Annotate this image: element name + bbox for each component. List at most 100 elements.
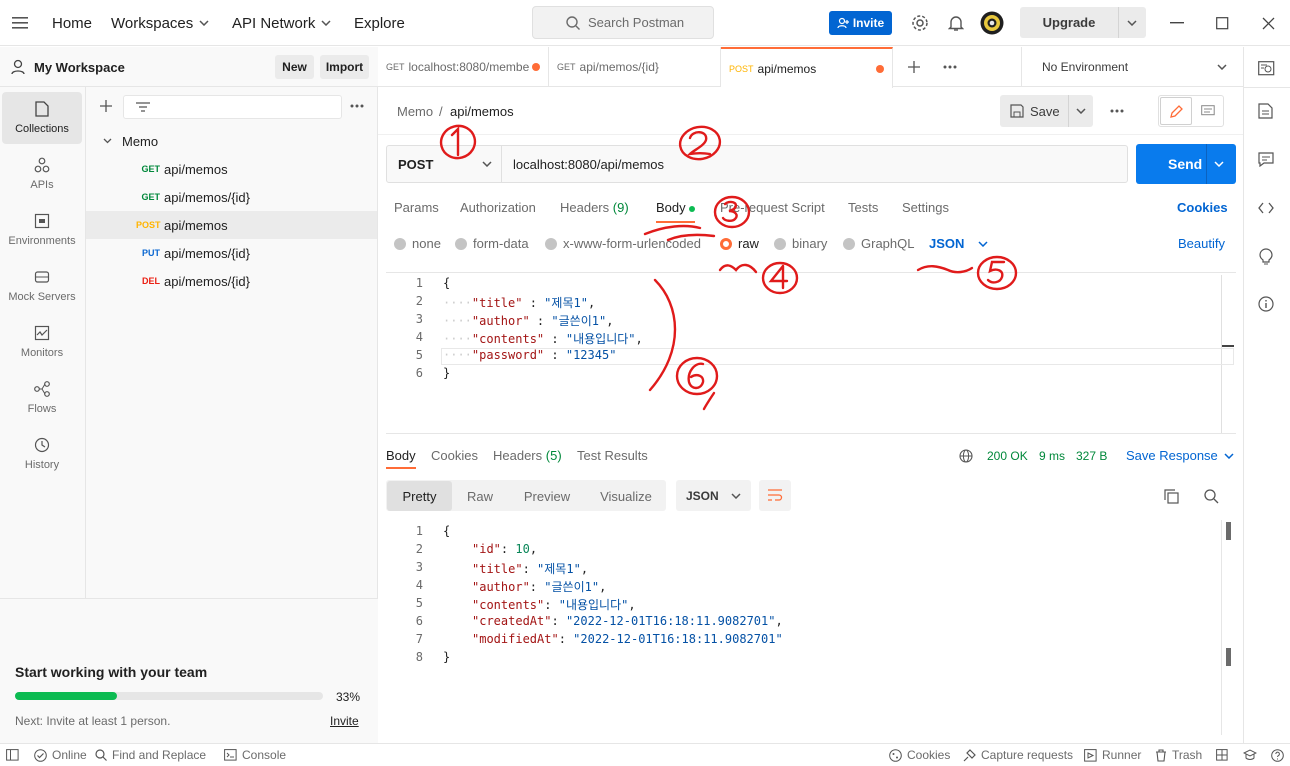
nav-api-network[interactable]: API Network <box>232 0 331 46</box>
nav-workspaces[interactable]: Workspaces <box>111 0 209 46</box>
send-button[interactable]: Send <box>1136 144 1236 184</box>
response-time[interactable]: 9 ms <box>1039 449 1065 463</box>
edit-toggle[interactable] <box>1160 97 1192 125</box>
chevron-down-icon[interactable] <box>1127 19 1137 26</box>
documentation-icon[interactable] <box>1258 103 1273 119</box>
radio-raw[interactable]: raw <box>720 236 759 251</box>
trash-button[interactable]: Trash <box>1155 744 1202 766</box>
comment-icon[interactable] <box>1201 105 1215 118</box>
code-icon[interactable] <box>1258 202 1274 214</box>
radio-binary[interactable]: binary <box>774 236 827 251</box>
avatar[interactable] <box>980 0 1004 46</box>
radio-graphql[interactable]: GraphQL <box>843 236 914 251</box>
cookies-link[interactable]: Cookies <box>1177 200 1228 215</box>
tab-pre-request-script[interactable]: Pre-request Script <box>720 200 825 215</box>
scrollbar-thumb[interactable] <box>1226 522 1231 540</box>
online-status[interactable]: Online <box>34 744 87 766</box>
search-input[interactable]: Search Postman <box>532 6 714 39</box>
scrollbar-thumb[interactable] <box>1226 648 1231 666</box>
help-icon[interactable] <box>1271 744 1284 766</box>
console-button[interactable]: Console <box>224 744 286 766</box>
lightbulb-icon[interactable] <box>1258 248 1274 265</box>
radio-form-data[interactable]: form-data <box>455 236 529 251</box>
settings-gear-icon[interactable] <box>911 0 929 46</box>
more-icon[interactable] <box>350 104 364 108</box>
save-response-button[interactable]: Save Response <box>1126 448 1234 463</box>
invite-button[interactable]: Invite <box>829 11 892 35</box>
workspace-name[interactable]: My Workspace <box>34 60 125 75</box>
request-item-active[interactable]: POST api/memos <box>86 211 377 239</box>
request-item[interactable]: GET api/memos/{id} <box>86 183 377 211</box>
tab-params[interactable]: Params <box>394 200 439 215</box>
method-select[interactable]: POST <box>387 146 502 182</box>
tab-body[interactable]: Body <box>656 200 696 223</box>
runner-button[interactable]: Runner <box>1084 744 1141 766</box>
chevron-down-icon[interactable] <box>1076 108 1086 114</box>
rail-monitors[interactable]: Monitors <box>2 316 82 368</box>
rail-environments[interactable]: Environments <box>2 204 82 256</box>
response-tab-test-results[interactable]: Test Results <box>577 448 648 463</box>
chevron-down-icon[interactable] <box>1214 161 1224 167</box>
more-icon[interactable] <box>1110 109 1124 113</box>
plus-icon[interactable] <box>908 61 920 73</box>
tab-authorization[interactable]: Authorization <box>460 200 536 215</box>
maximize-icon[interactable] <box>1216 0 1229 46</box>
comments-icon[interactable] <box>1258 152 1274 167</box>
layout-icon[interactable] <box>1216 744 1228 766</box>
response-size[interactable]: 327 B <box>1076 449 1107 463</box>
response-format-select[interactable]: JSON <box>676 480 751 511</box>
environment-select[interactable]: No Environment <box>1021 47 1243 87</box>
tab-settings[interactable]: Settings <box>902 200 949 215</box>
menu-icon[interactable] <box>12 0 30 46</box>
request-item[interactable]: PUT api/memos/{id} <box>86 239 377 267</box>
tab-tests[interactable]: Tests <box>848 200 878 215</box>
breadcrumb-current[interactable]: api/memos <box>450 104 514 119</box>
plus-icon[interactable] <box>100 100 112 112</box>
toggle-sidebar-icon[interactable] <box>6 744 19 766</box>
find-replace[interactable]: Find and Replace <box>95 744 206 766</box>
view-preview[interactable]: Preview <box>514 481 580 511</box>
search-icon[interactable] <box>1204 489 1219 504</box>
request-item[interactable]: GET api/memos <box>86 155 377 183</box>
radio-urlencoded[interactable]: x-www-form-urlencoded <box>545 236 701 251</box>
tab-request[interactable]: GET localhost:8080/membe <box>378 47 549 87</box>
view-visualize[interactable]: Visualize <box>590 481 662 511</box>
response-status[interactable]: 200 OK <box>987 449 1028 463</box>
new-button[interactable]: New <box>275 55 314 79</box>
rail-history[interactable]: History <box>2 428 82 480</box>
breadcrumb-parent[interactable]: Memo <box>397 104 433 119</box>
view-pretty[interactable]: Pretty <box>387 481 452 511</box>
globe-icon[interactable] <box>959 449 973 463</box>
response-tab-cookies[interactable]: Cookies <box>431 448 478 463</box>
tab-request[interactable]: GET api/memos/{id} <box>549 47 721 87</box>
rail-mock-servers[interactable]: Mock Servers <box>2 260 82 312</box>
tab-request-active[interactable]: POST api/memos <box>721 47 893 88</box>
wrap-toggle[interactable] <box>759 480 791 511</box>
info-icon[interactable] <box>1258 296 1274 312</box>
nav-home[interactable]: Home <box>52 0 92 46</box>
import-button[interactable]: Import <box>320 55 369 79</box>
rail-collections[interactable]: Collections <box>2 92 82 144</box>
radio-none[interactable]: none <box>394 236 441 251</box>
rail-flows[interactable]: Flows <box>2 372 82 424</box>
close-icon[interactable] <box>1262 0 1275 46</box>
cookies-button[interactable]: Cookies <box>889 744 950 766</box>
team-invite-link[interactable]: Invite <box>330 714 359 728</box>
rail-apis[interactable]: APIs <box>2 148 82 200</box>
filter-input[interactable] <box>123 95 342 119</box>
tab-headers[interactable]: Headers (9) <box>560 200 629 215</box>
response-tab-body[interactable]: Body <box>386 448 416 469</box>
beautify-link[interactable]: Beautify <box>1178 236 1225 251</box>
save-button[interactable]: Save <box>1000 95 1093 127</box>
bootcamp-icon[interactable] <box>1243 744 1257 766</box>
upgrade-button[interactable]: Upgrade <box>1020 7 1146 38</box>
environment-quick-look-icon[interactable] <box>1258 61 1275 76</box>
url-input[interactable]: localhost:8080/api/memos <box>513 157 664 172</box>
capture-requests-button[interactable]: Capture requests <box>963 744 1073 766</box>
collection-memo[interactable]: Memo <box>86 127 377 155</box>
minimize-icon[interactable] <box>1170 0 1184 46</box>
bell-icon[interactable] <box>948 0 964 46</box>
nav-explore[interactable]: Explore <box>354 0 405 46</box>
request-item[interactable]: DEL api/memos/{id} <box>86 267 377 295</box>
view-raw[interactable]: Raw <box>454 481 506 511</box>
